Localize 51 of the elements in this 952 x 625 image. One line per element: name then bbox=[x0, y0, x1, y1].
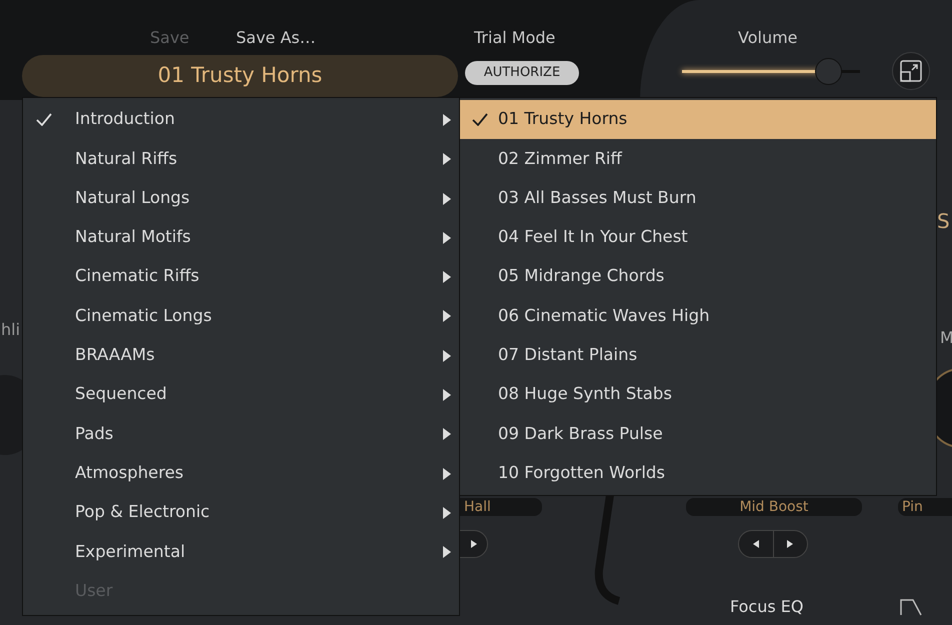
menu-item[interactable]: Experimental bbox=[23, 532, 459, 572]
menu-item[interactable]: 03 All Basses Must Burn bbox=[460, 178, 936, 218]
section-title: S bbox=[937, 208, 950, 235]
filter-shape-icon bbox=[900, 598, 922, 616]
eq-preset[interactable]: Mid Boost bbox=[686, 498, 862, 516]
menu-item[interactable]: Pads bbox=[23, 414, 459, 454]
menu-item[interactable]: 02 Zimmer Riff bbox=[460, 139, 936, 179]
checkmark-icon bbox=[472, 113, 488, 126]
submenu-arrow-icon bbox=[443, 114, 451, 126]
menu-item[interactable]: 10 Forgotten Worlds bbox=[460, 454, 936, 493]
menu-item[interactable]: 07 Distant Plains bbox=[460, 336, 936, 376]
menu-item[interactable]: Atmospheres bbox=[23, 454, 459, 493]
checkmark-icon bbox=[36, 113, 52, 126]
menu-item[interactable]: Natural Riffs bbox=[23, 139, 459, 179]
menu-item[interactable]: 01 Trusty Horns bbox=[460, 100, 936, 140]
submenu-arrow-icon bbox=[443, 546, 451, 558]
submenu-arrow-icon bbox=[443, 350, 451, 362]
authorize-button[interactable]: AUTHORIZE bbox=[465, 61, 579, 85]
preset-selector[interactable]: Pin bbox=[898, 498, 952, 516]
right-arrow-icon bbox=[787, 540, 794, 548]
menu-item[interactable]: Cinematic Longs bbox=[23, 296, 459, 336]
menu-item[interactable]: BRAAAMs bbox=[23, 336, 459, 376]
submenu-arrow-icon bbox=[443, 153, 451, 166]
submenu-arrow-icon bbox=[443, 506, 451, 519]
menu-item[interactable]: Cinematic Riffs bbox=[23, 257, 459, 296]
submenu-arrow-icon bbox=[443, 310, 451, 322]
menu-item[interactable]: Natural Longs bbox=[23, 178, 459, 218]
menu-item[interactable]: 05 Midrange Chords bbox=[460, 257, 936, 296]
expand-icon bbox=[900, 60, 922, 82]
knob-label: hli bbox=[1, 319, 20, 341]
submenu-arrow-icon bbox=[443, 428, 451, 440]
knob-label: M bbox=[940, 327, 952, 349]
save-as-button[interactable]: Save As… bbox=[236, 26, 316, 50]
submenu-arrow-icon bbox=[443, 192, 451, 205]
menu-item[interactable]: Introduction bbox=[23, 100, 459, 140]
menu-item[interactable]: 08 Huge Synth Stabs bbox=[460, 375, 936, 414]
trial-mode-label: Trial Mode bbox=[474, 27, 556, 49]
menu-item[interactable]: 09 Dark Brass Pulse bbox=[460, 414, 936, 454]
right-arrow-icon bbox=[471, 540, 477, 548]
menu-item[interactable]: 04 Feel It In Your Chest bbox=[460, 218, 936, 258]
submenu-arrow-icon bbox=[443, 468, 451, 480]
preset-name-field[interactable]: 01 Trusty Horns bbox=[22, 55, 458, 97]
volume-label: Volume bbox=[738, 27, 798, 49]
menu-item[interactable]: 06 Cinematic Waves High bbox=[460, 296, 936, 336]
menu-item[interactable]: Sequenced bbox=[23, 375, 459, 414]
submenu-arrow-icon bbox=[443, 271, 451, 284]
submenu-arrow-icon bbox=[443, 232, 451, 244]
submenu-arrow-icon bbox=[443, 389, 451, 402]
menu-item[interactable]: Natural Motifs bbox=[23, 218, 459, 258]
left-arrow-icon bbox=[752, 540, 759, 548]
section-title: Focus EQ bbox=[730, 596, 804, 618]
